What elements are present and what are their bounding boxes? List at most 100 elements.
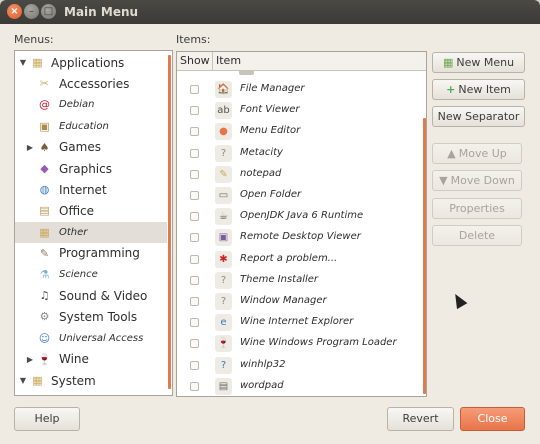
item-row[interactable]: ✱ Report a problem... [177,249,423,270]
menu-tree-item[interactable]: ▤ Office [15,200,167,221]
menu-tree-item[interactable]: ☺ Universal Access [15,328,167,349]
item-label: OpenJDK Java 6 Runtime [240,210,364,222]
item-row[interactable]: e Wine Internet Explorer [177,312,423,333]
item-row[interactable]: ? winhlp32 [177,355,423,376]
expander-closed-icon[interactable]: ▶ [25,143,35,152]
font-viewer-icon: ab [215,102,232,120]
item-label: wordpad [240,379,284,391]
new-separator-button[interactable]: New Separator [432,106,525,127]
arrow-down-icon: ▼ [439,174,448,187]
minimize-window-button[interactable]: – [24,4,39,19]
delete-button[interactable]: Delete [432,225,522,246]
menu-editor-icon: ● [215,123,232,141]
item-row[interactable]: ● Menu Editor [177,121,423,142]
show-checkbox[interactable] [190,212,199,222]
item-label: notepad [240,167,282,179]
item-row[interactable]: ▭ Open Folder [177,185,423,206]
show-checkbox[interactable] [190,360,199,370]
menu-tree-item[interactable]: ♫ Sound & Video [15,285,167,306]
items-scrollbar[interactable] [423,118,426,394]
properties-button[interactable]: Properties [432,198,522,219]
arrow-up-icon: ▲ [447,147,456,160]
menu-tree-item[interactable]: ◆ Graphics [15,158,167,179]
items-list[interactable]: Show Item 🏠 File Manager ab Font Viewer ● Men… [176,51,427,397]
other-icon: ▦ [39,225,50,239]
show-checkbox[interactable] [190,275,199,285]
new-menu-icon: ▦ [442,56,454,69]
item-label: Menu Editor [240,125,301,137]
plus-icon: + [446,83,456,96]
menu-tree-item-label: Debian [59,99,95,111]
move-up-button[interactable]: ▲ Move Up [432,143,522,164]
applications-icon: ▦ [32,56,43,69]
item-label: winhlp32 [240,358,286,370]
menu-tree-item[interactable]: ▶ ♠ Games [15,137,167,158]
menus-label: Menus: [14,33,54,46]
show-checkbox[interactable] [190,297,199,306]
show-checkbox[interactable] [190,318,199,328]
close-button[interactable]: Close [460,407,525,431]
wine-loader-icon: 🍷 [215,335,232,353]
show-checkbox[interactable] [190,254,199,264]
item-row[interactable]: ? Theme Installer [177,270,423,291]
mouse-pointer-icon [450,291,468,310]
programming-icon: ✎ [39,246,50,260]
menu-tree-item[interactable]: ⚙ System Tools [15,306,167,327]
menu-tree-item[interactable]: @ Debian [15,94,167,115]
menu-tree-item-label: Other [59,226,88,238]
menu-tree-item[interactable]: ▼ ▦ Applications [15,52,167,73]
menu-tree-item-label: System Tools [59,309,138,324]
item-row[interactable]: ▣ Remote Desktop Viewer [177,227,423,248]
new-menu-button[interactable]: ▦ New Menu [432,52,525,73]
menu-tree-item[interactable]: ✂ Accessories [15,73,167,94]
menu-tree-item[interactable]: ▶ 🍷 Wine [15,349,167,370]
theme-installer-icon: ? [215,271,232,289]
item-row[interactable]: ? Window Manager [177,291,423,312]
remote-desktop-icon: ▣ [215,229,232,247]
show-checkbox[interactable] [190,233,199,243]
menu-tree-item[interactable]: ▣ Education [15,116,167,137]
item-row[interactable]: ▤ wordpad [177,376,423,396]
maximize-window-button[interactable]: □ [41,4,56,19]
item-row[interactable]: ☕ OpenJDK Java 6 Runtime [177,206,423,227]
new-item-button[interactable]: + New Item [432,79,525,100]
item-row[interactable]: ab Font Viewer [177,100,423,121]
menu-tree-item[interactable]: ▦ Other [15,221,167,243]
show-checkbox[interactable] [190,127,199,137]
system-tools-icon: ⚙ [39,310,50,324]
expander-open-icon[interactable]: ▼ [18,376,28,385]
menu-tree-item-label: Graphics [59,161,112,176]
expander-open-icon[interactable]: ▼ [18,58,28,67]
main-menu-window: × – □ Main Menu Menus: Items: ▼ ▦ Applicat… [0,0,540,444]
menu-tree-item[interactable]: ⚗ Science [15,264,167,285]
item-row[interactable]: ✎ notepad [177,164,423,185]
universal-access-icon: ☺ [38,331,51,345]
menu-tree-item[interactable]: ▼ ▦ System [15,370,167,391]
show-checkbox[interactable] [190,381,199,391]
item-row[interactable]: 🏠 File Manager [177,79,423,100]
winhlp32-icon: ? [215,356,232,374]
menu-tree-item-label: Wine [59,352,89,367]
show-checkbox[interactable] [190,169,199,179]
close-window-button[interactable]: × [7,4,22,19]
menus-scrollbar[interactable] [168,55,171,389]
menu-tree-item[interactable]: ◍ Internet [15,179,167,200]
show-checkbox[interactable] [190,106,199,116]
move-down-button[interactable]: ▼ Move Down [432,170,522,191]
revert-button[interactable]: Revert [387,407,454,431]
show-checkbox[interactable] [190,191,199,200]
column-header-show[interactable]: Show [177,52,213,71]
expander-closed-icon[interactable]: ▶ [25,355,35,364]
show-checkbox[interactable] [190,85,199,94]
item-label: Open Folder [240,189,302,200]
help-button[interactable]: Help [14,407,80,431]
show-checkbox[interactable] [190,148,199,158]
item-row[interactable]: ? Metacity [177,143,423,164]
item-label: File Manager [240,83,305,94]
menus-tree[interactable]: ▼ ▦ Applications ✂ Accessories @ Debian ▣ Educat… [14,50,173,396]
item-row[interactable]: 🍷 Wine Windows Program Loader [177,333,423,354]
open-folder-icon: ▭ [215,187,232,204]
column-header-item[interactable]: Item [213,52,426,71]
show-checkbox[interactable] [190,339,199,349]
menu-tree-item[interactable]: ✎ Programming [15,243,167,264]
